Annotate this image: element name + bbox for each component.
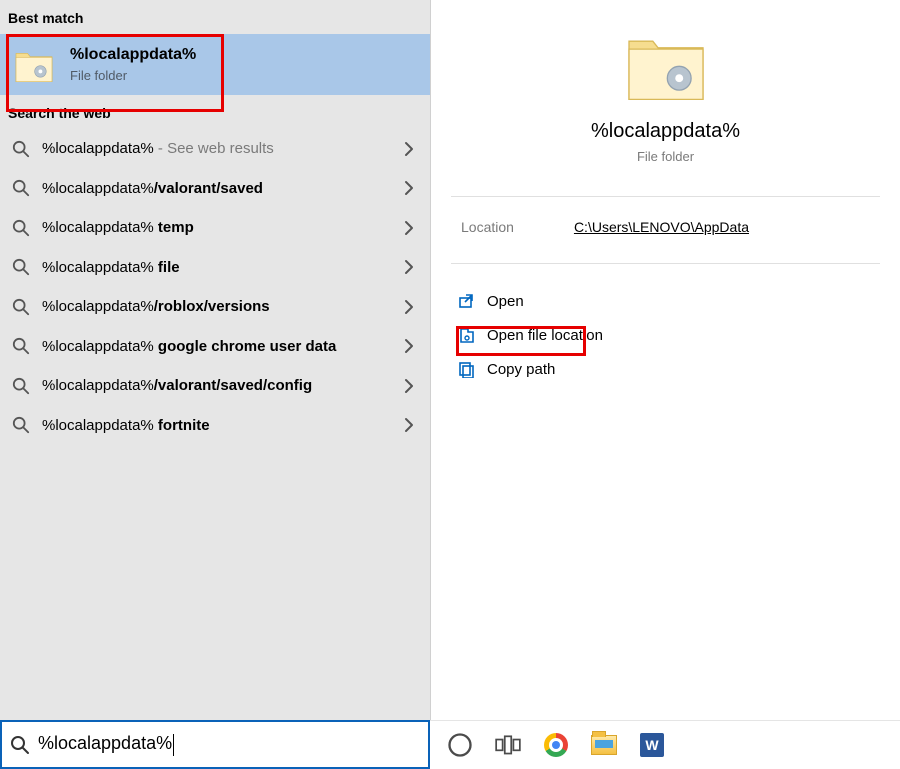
chrome-icon[interactable] [542,731,570,759]
search-icon [12,258,30,276]
location-row: Location C:\Users\LENOVO\AppData [431,207,900,253]
web-result-label: %localappdata%/valorant/saved/config [42,376,388,396]
search-icon [12,179,30,197]
web-result-label: %localappdata% google chrome user data [42,337,388,357]
search-icon [12,140,30,158]
chevron-right-icon [400,337,418,355]
location-label: Location [461,219,514,235]
copy-path-label: Copy path [487,361,555,378]
detail-panel: %localappdata% File folder Location C:\U… [430,0,900,720]
taskbar: %localappdata% W [0,720,900,769]
search-icon [12,377,30,395]
chevron-right-icon [400,298,418,316]
word-icon[interactable]: W [638,731,666,759]
chevron-right-icon [400,179,418,197]
chevron-right-icon [400,416,418,434]
web-result-label: %localappdata% file [42,258,388,278]
open-label: Open [487,293,524,310]
open-action[interactable]: Open [445,284,886,318]
web-result-item[interactable]: %localappdata%/valorant/saved/config [0,366,430,406]
search-input-value: %localappdata% [38,733,174,755]
taskbar-search-box[interactable]: %localappdata% [0,720,430,769]
copy-path-action[interactable]: Copy path [445,352,886,386]
chevron-right-icon [400,219,418,237]
web-results-list: %localappdata% - See web results %localap… [0,129,430,445]
web-result-item[interactable]: %localappdata% file [0,248,430,288]
web-result-item[interactable]: %localappdata%/roblox/versions [0,287,430,327]
search-icon [12,337,30,355]
divider [451,263,880,264]
web-result-item[interactable]: %localappdata% - See web results [0,129,430,169]
detail-title: %localappdata% [591,120,740,143]
web-result-label: %localappdata%/valorant/saved [42,179,388,199]
highlight-open-action [456,326,586,356]
web-result-label: %localappdata% temp [42,218,388,238]
taskbar-icons: W [430,720,900,769]
search-icon [12,416,30,434]
open-icon [457,292,475,310]
location-value[interactable]: C:\Users\LENOVO\AppData [574,219,749,235]
web-result-item[interactable]: %localappdata%/valorant/saved [0,169,430,209]
chevron-right-icon [400,377,418,395]
search-icon [12,219,30,237]
chevron-right-icon [400,140,418,158]
web-result-item[interactable]: %localappdata% temp [0,208,430,248]
text-caret [173,734,174,756]
search-icon [12,298,30,316]
chevron-right-icon [400,258,418,276]
web-result-item[interactable]: %localappdata% google chrome user data [0,327,430,367]
detail-hero: %localappdata% File folder [431,0,900,186]
task-view-icon[interactable] [494,731,522,759]
detail-subtitle: File folder [637,149,694,164]
copy-icon [457,360,475,378]
web-result-label: %localappdata%/roblox/versions [42,297,388,317]
web-result-label: %localappdata% - See web results [42,139,388,159]
best-match-header: Best match [0,0,430,34]
highlight-best-match [6,34,224,112]
web-result-item[interactable]: %localappdata% fortnite [0,406,430,446]
file-explorer-icon[interactable] [590,731,618,759]
cortana-icon[interactable] [446,731,474,759]
search-icon [10,735,30,755]
divider [451,196,880,197]
folder-icon [622,28,710,102]
web-result-label: %localappdata% fortnite [42,416,388,436]
